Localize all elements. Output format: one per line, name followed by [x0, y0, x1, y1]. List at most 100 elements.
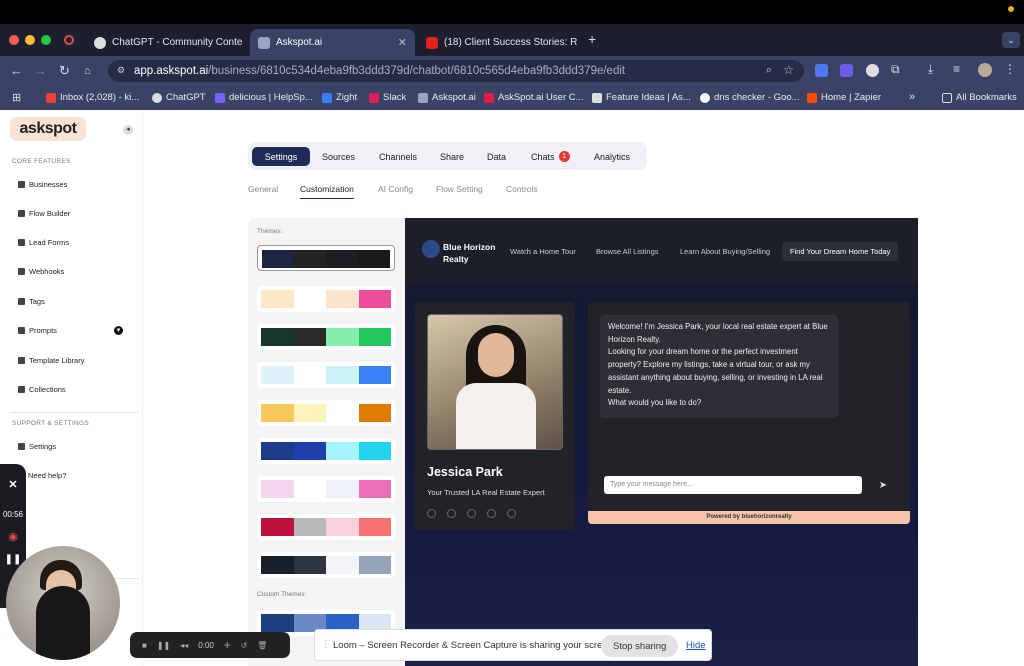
sidebar-item-lead-forms[interactable]: Lead Forms	[18, 238, 69, 247]
theme-swatch[interactable]	[257, 438, 395, 464]
nav-link-buying-selling[interactable]: Learn About Buying/Selling	[680, 247, 770, 256]
sidebar-item-tags[interactable]: Tags	[18, 297, 45, 306]
bookmark-gmail[interactable]: Inbox (2,028) - ki...	[46, 92, 139, 103]
record-tab-icon[interactable]	[64, 35, 74, 45]
youtube-icon[interactable]	[487, 509, 496, 518]
cta-button[interactable]: Find Your Dream Home Today	[782, 242, 899, 261]
sidebar-item-need-help[interactable]: Need help?	[28, 471, 66, 480]
theme-swatch[interactable]	[257, 324, 395, 350]
sidebar-item-webhooks[interactable]: Webhooks	[18, 267, 64, 276]
zoom-icon[interactable]: ⌕	[766, 64, 772, 77]
tab-search-button[interactable]: ⌄	[1002, 32, 1020, 48]
close-tab-icon[interactable]: ✕	[398, 36, 407, 49]
subtab-customization[interactable]: Customization	[300, 184, 354, 199]
collapse-sidebar-button[interactable]: ◂	[123, 125, 133, 135]
bookmark-feature-ideas[interactable]: Feature Ideas | As...	[592, 92, 691, 103]
bookmark-askspot-user[interactable]: AskSpot.ai User C...	[484, 92, 584, 103]
tab-sources[interactable]: Sources	[312, 147, 365, 166]
bookmark-label: Inbox (2,028) - ki...	[60, 92, 140, 103]
reload-icon[interactable]: ↻	[59, 63, 70, 79]
download-icon[interactable]: ⤓	[928, 62, 933, 77]
theme-swatch[interactable]	[257, 400, 395, 426]
profile-avatar[interactable]	[978, 63, 992, 77]
extension-icon[interactable]	[815, 64, 828, 77]
send-icon[interactable]: ➤	[871, 473, 895, 497]
rewind-icon[interactable]: ◂◂	[180, 641, 188, 650]
theme-swatch[interactable]	[257, 286, 395, 312]
site-info-icon[interactable]: ⚙	[117, 65, 125, 76]
bookmark-delicious[interactable]: delicious | HelpSp...	[215, 92, 313, 103]
drag-handle-icon[interactable]: ⋮	[321, 639, 331, 650]
theme-color-chip	[326, 442, 359, 460]
theme-swatch[interactable]	[257, 514, 395, 540]
linkedin-icon[interactable]	[467, 509, 476, 518]
subtab-general[interactable]: General	[248, 184, 278, 194]
chat-input[interactable]: Type your message here...	[604, 476, 862, 494]
expand-prompts-icon[interactable]: ▾	[114, 326, 123, 335]
nav-link-home-tour[interactable]: Watch a Home Tour	[510, 247, 576, 256]
home-icon[interactable]: ⌂	[84, 63, 91, 79]
sidebar-divider	[10, 412, 138, 413]
hide-button[interactable]: Hide	[686, 640, 706, 651]
sidebar-item-label: Need help?	[28, 471, 67, 480]
apps-grid-icon[interactable]: ⊞	[12, 91, 21, 104]
minimize-window-button[interactable]	[25, 35, 35, 45]
restart-icon[interactable]: ↺	[241, 641, 248, 650]
address-bar[interactable]: ⚙ app.askspot.ai/business/6810c534d4eba9…	[108, 60, 804, 82]
bookmark-chatgpt[interactable]: ChatGPT	[152, 92, 206, 103]
tab-analytics[interactable]: Analytics	[584, 147, 640, 166]
tab-client-success[interactable]: (18) Client Success Stories: R ✕	[418, 29, 583, 56]
brand-logo-icon	[422, 240, 440, 258]
bookmark-dns-checker[interactable]: dns checker - Goo...	[700, 92, 800, 103]
extension-icon[interactable]	[840, 64, 853, 77]
bookmark-zight[interactable]: Zight	[322, 92, 357, 103]
tab-settings[interactable]: Settings	[252, 147, 310, 166]
browser-menu-icon[interactable]: ⋮	[1004, 62, 1016, 76]
tab-askspot[interactable]: Askspot.ai ✕	[250, 29, 415, 56]
bookmark-slack[interactable]: Slack	[369, 92, 406, 103]
extensions-puzzle-icon[interactable]: ⧉	[891, 62, 900, 77]
loom-camera-bubble[interactable]	[6, 546, 120, 660]
theme-swatch[interactable]	[257, 245, 395, 271]
theme-swatch[interactable]	[257, 362, 395, 388]
media-control-icon[interactable]: ≡	[953, 62, 960, 76]
subtab-flow-setting[interactable]: Flow Setting	[436, 184, 483, 194]
tab-share[interactable]: Share	[430, 147, 474, 166]
stop-sharing-button[interactable]: Stop sharing	[601, 635, 679, 657]
sidebar-item-businesses[interactable]: Businesses	[18, 180, 67, 189]
trash-icon[interactable]: 🗑	[257, 641, 267, 650]
stop-square-icon[interactable]: ■	[142, 641, 147, 650]
maximize-window-button[interactable]	[41, 35, 51, 45]
tab-chats[interactable]: Chats 1	[521, 147, 580, 166]
sidebar-item-flow-builder[interactable]: Flow Builder	[18, 209, 70, 218]
tab-channels[interactable]: Channels	[369, 147, 427, 166]
subtab-controls[interactable]: Controls	[506, 184, 538, 194]
theme-swatch[interactable]	[257, 476, 395, 502]
stop-recording-icon[interactable]: ◉	[0, 530, 26, 543]
new-tab-button[interactable]: +	[588, 31, 596, 47]
instagram-icon[interactable]	[447, 509, 456, 518]
bookmark-askspot[interactable]: Askspot.ai	[418, 92, 476, 103]
sidebar-item-prompts[interactable]: Prompts	[18, 326, 57, 335]
nav-link-listings[interactable]: Browse All Listings	[596, 247, 659, 256]
bookmark-star-icon[interactable]: ☆	[783, 63, 794, 77]
subtab-ai-config[interactable]: AI Config	[378, 184, 413, 194]
tab-chatgpt-community[interactable]: ChatGPT - Community Conte ✕	[86, 29, 246, 56]
askspot-logo[interactable]: askspot	[10, 117, 86, 141]
bookmark-zapier[interactable]: Home | Zapier	[807, 92, 881, 103]
globe-icon[interactable]	[507, 509, 516, 518]
sidebar-item-settings[interactable]: Settings	[18, 442, 56, 451]
back-icon[interactable]: ←	[10, 63, 23, 79]
sidebar-item-template-library[interactable]: Template Library	[18, 356, 84, 365]
facebook-icon[interactable]	[427, 509, 436, 518]
extension-icon[interactable]	[866, 64, 879, 77]
close-window-button[interactable]	[9, 35, 19, 45]
pause-icon[interactable]: ❚❚	[157, 641, 170, 650]
sidebar-item-collections[interactable]: Collections	[18, 385, 66, 394]
more-bookmarks-icon[interactable]: »	[909, 91, 915, 103]
all-bookmarks[interactable]: All Bookmarks	[942, 92, 1017, 103]
theme-swatch[interactable]	[257, 552, 395, 578]
forward-icon[interactable]: →	[34, 63, 47, 79]
draw-icon[interactable]: ✛	[224, 641, 231, 650]
tab-data[interactable]: Data	[477, 147, 516, 166]
